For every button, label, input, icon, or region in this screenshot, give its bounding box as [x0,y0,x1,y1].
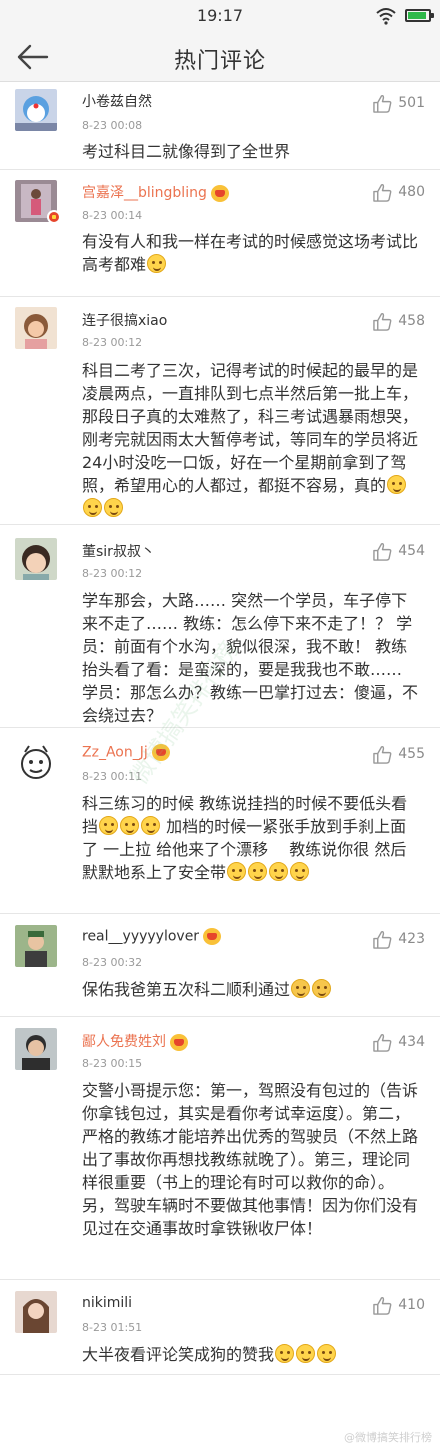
thumb-up-icon [373,542,392,561]
like-count: 458 [398,313,425,329]
timestamp: 8-23 01:51 [82,1321,143,1334]
username[interactable]: 董sir叔叔丶 [82,541,155,561]
emoji-icon [387,475,407,494]
username[interactable]: 鄙人免费姓刘 [82,1031,188,1051]
avatar[interactable] [15,1028,57,1070]
comment-text-content: 有没有人和我一样在考试的时候感觉这场考试比高考都难 [82,232,419,274]
emoji-icon [317,1344,337,1363]
page-title: 热门评论 [173,49,266,74]
battery-icon [405,9,434,22]
avatar[interactable] [15,742,57,784]
thumb-up-icon [373,312,392,331]
avatar[interactable] [15,538,57,580]
emoji-icon [227,862,247,881]
like-count: 455 [398,746,425,762]
like-button[interactable]: 423 [373,929,425,949]
comment-text: 保佑我爸第五次科二顺利通过 [82,978,422,1001]
thumb-up-icon [373,183,392,202]
emoji-icon [291,979,311,998]
emoji-icon [120,816,140,835]
like-button[interactable]: 454 [373,541,425,561]
timestamp: 8-23 00:32 [82,956,143,969]
emoji-icon [248,862,268,881]
username[interactable]: 宫嘉泽__blingbling [82,182,229,202]
like-count: 480 [398,184,425,200]
emoji-icon [104,498,123,517]
username[interactable]: real__yyyyylover [82,928,222,945]
comment-item: Zz_Aon_Jj 8-23 00:11 455 科三练习的时候 教练说挂挡的时… [0,728,440,914]
thumb-up-icon [373,94,392,113]
comment-text: 考过科目二就像得到了全世界 [82,140,422,163]
username[interactable]: 小卷兹自然 [82,91,152,111]
like-count: 434 [398,1034,425,1050]
thumb-up-icon [373,1033,392,1052]
comment-text-content: 学车那会，大路…… 突然一个学员，车子停下来不走了…… 教练：怎么停下来不走了！… [82,591,419,725]
comment-text: 交警小哥提示您：第一，驾照没有包过的（告诉你拿钱包过，其实是看你考试幸运度）。第… [82,1079,422,1240]
avatar[interactable] [15,89,57,131]
comment-text: 学车那会，大路…… 突然一个学员，车子停下来不走了…… 教练：怎么停下来不走了！… [82,589,422,727]
username-text: real__yyyyylover [82,928,200,945]
username[interactable]: 连子很搞xiao [82,310,167,330]
status-time: 19:17 [196,6,244,25]
like-button[interactable]: 434 [373,1032,425,1052]
like-button[interactable]: 455 [373,744,425,764]
emoji-icon [269,862,289,881]
comment-text: 有没有人和我一样在考试的时候感觉这场考试比高考都难 [82,230,422,276]
comment-item: 鄙人免费姓刘 8-23 00:15 434 交警小哥提示您：第一，驾照没有包过的… [0,1017,440,1280]
comment-item: nikimili 8-23 01:51 410 大半夜看评论笑成狗的赞我 [0,1280,440,1375]
username-text: 鄙人免费姓刘 [82,1034,166,1050]
timestamp: 8-23 00:12 [82,567,143,580]
comment-text-content: 保佑我爸第五次科二顺利通过 [82,980,291,999]
comment-text: 科目二考了三次，记得考试的时候起的最早的是凌晨两点，一直排队到七点半然后第一批上… [82,359,422,520]
comment-text-content: 考过科目二就像得到了全世界 [82,142,291,161]
comment-item: 宫嘉泽__blingbling 8-23 00:14 480 有没有人和我一样在… [0,170,440,297]
verified-badge-icon [47,210,61,224]
emoji-icon [275,1344,295,1363]
vip-crown-icon [170,1033,188,1051]
like-count: 501 [398,95,425,111]
thumb-up-icon [373,745,392,764]
like-button[interactable]: 410 [373,1295,425,1315]
emoji-icon [296,1344,316,1363]
vip-crown-icon [203,928,222,945]
comment-item: 董sir叔叔丶 8-23 00:12 454 学车那会，大路…… 突然一个学员，… [0,525,440,728]
avatar[interactable] [15,307,57,349]
username-text: 宫嘉泽__blingbling [82,185,207,201]
vip-crown-icon [210,184,229,202]
avatar[interactable] [15,1291,57,1333]
comment-text-content: 科目二考了三次，记得考试的时候起的最早的是凌晨两点，一直排队到七点半然后第一批上… [82,361,419,495]
comment-text-content: 大半夜看评论笑成狗的赞我 [82,1345,275,1364]
avatar[interactable] [15,925,57,967]
like-button[interactable]: 501 [373,93,425,113]
emoji-icon [99,816,119,835]
timestamp: 8-23 00:14 [82,209,143,222]
watermark-text: @微博搞笑排行榜 [344,1431,432,1444]
like-count: 423 [398,931,425,947]
like-button[interactable]: 480 [373,182,425,202]
thumb-up-icon [373,930,392,949]
emoji-icon [83,498,102,517]
emoji-icon [290,862,310,881]
like-count: 410 [398,1297,425,1313]
timestamp: 8-23 00:08 [82,119,143,132]
comment-item: 连子很搞xiao 8-23 00:12 458 科目二考了三次，记得考试的时候起… [0,297,440,525]
comment-text: 大半夜看评论笑成狗的赞我 [82,1343,422,1366]
comment-item: 小卷兹自然 8-23 00:08 501 考过科目二就像得到了全世界 [0,82,440,170]
comment-text: 科三练习的时候 教练说挂挡的时候不要低头看挡 加档的时候一紧张手放到手刹上面了 … [82,792,422,884]
like-button[interactable]: 458 [373,311,425,331]
emoji-icon [141,816,161,835]
nav-bar: 热门评论 [0,32,440,82]
comment-text-content: 交警小哥提示您：第一，驾照没有包过的（告诉你拿钱包过，其实是看你考试幸运度）。第… [82,1081,419,1238]
like-count: 454 [398,543,425,559]
thumb-up-icon [373,1296,392,1315]
username[interactable]: nikimili [82,1295,132,1311]
timestamp: 8-23 00:15 [82,1057,143,1070]
comment-item: real__yyyyylover 8-23 00:32 423 保佑我爸第五次科… [0,914,440,1017]
status-bar: 19:17 [0,0,440,32]
timestamp: 8-23 00:12 [82,336,143,349]
emoji-icon [312,979,332,998]
emoji-icon [147,254,167,273]
wifi-icon [376,8,396,25]
